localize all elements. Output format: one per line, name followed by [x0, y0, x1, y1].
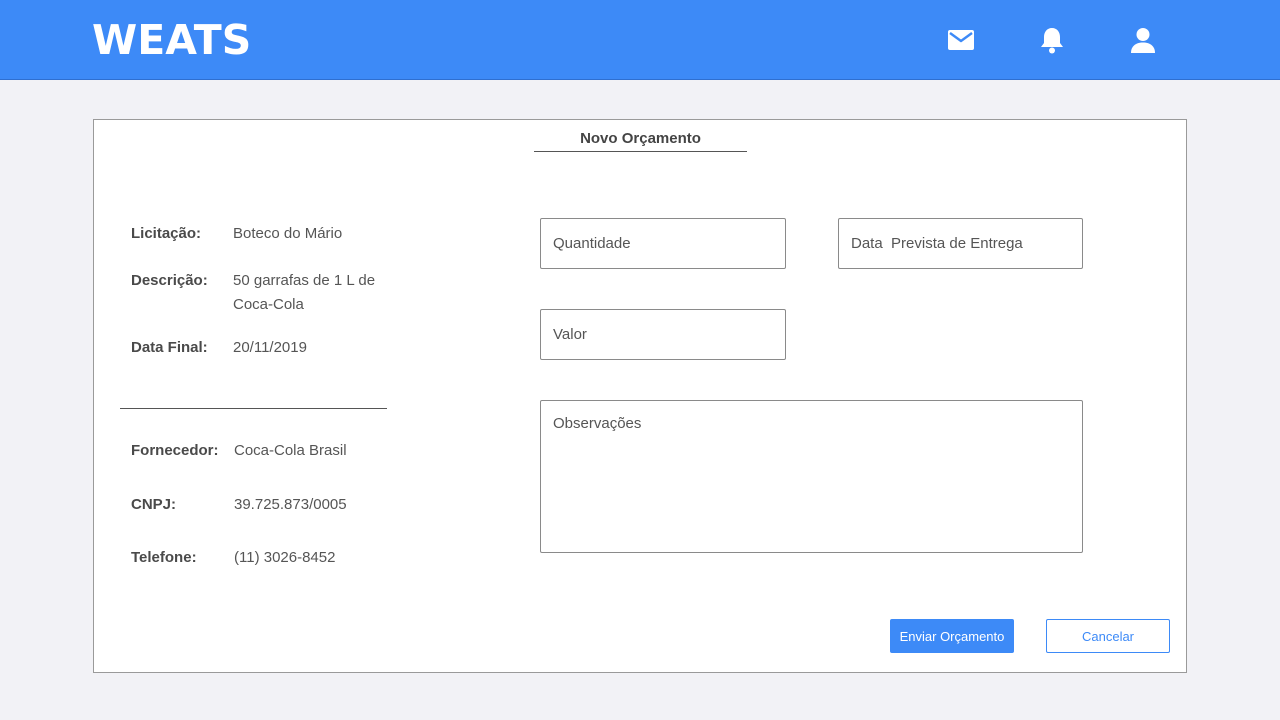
section-divider	[120, 408, 387, 409]
panel-title: Novo Orçamento	[534, 130, 747, 152]
telefone-value: (11) 3026-8452	[234, 549, 336, 566]
user-icon[interactable]	[1127, 24, 1159, 56]
fornecedor-label: Fornecedor:	[131, 442, 219, 459]
data-entrega-input[interactable]	[838, 218, 1083, 269]
cancelar-button[interactable]: Cancelar	[1046, 619, 1170, 653]
bell-icon[interactable]	[1036, 24, 1068, 56]
fornecedor-value: Coca-Cola Brasil	[234, 442, 347, 459]
cnpj-label: CNPJ:	[131, 496, 177, 513]
valor-input[interactable]	[540, 309, 786, 360]
data-final-value: 20/11/2019	[233, 339, 307, 356]
data-final-label: Data Final:	[131, 339, 208, 356]
telefone-label: Telefone:	[131, 549, 197, 566]
enviar-orcamento-button[interactable]: Enviar Orçamento	[890, 619, 1014, 653]
top-navigation-bar: WEATS	[0, 0, 1280, 80]
descricao-label: Descrição:	[131, 272, 208, 289]
licitacao-label: Licitação:	[131, 225, 202, 242]
brand-logo[interactable]: WEATS	[92, 14, 251, 66]
descricao-value-line2: Coca-Cola	[233, 296, 304, 313]
new-quote-panel: Novo Orçamento Licitação: Boteco do Mári…	[93, 119, 1187, 673]
mail-icon[interactable]	[945, 24, 977, 56]
observacoes-textarea[interactable]	[540, 400, 1083, 553]
descricao-value-line1: 50 garrafas de 1 L de	[233, 272, 376, 289]
licitacao-value: Boteco do Mário	[233, 225, 343, 242]
cnpj-value: 39.725.873/0005	[234, 496, 347, 513]
quantidade-input[interactable]	[540, 218, 786, 269]
